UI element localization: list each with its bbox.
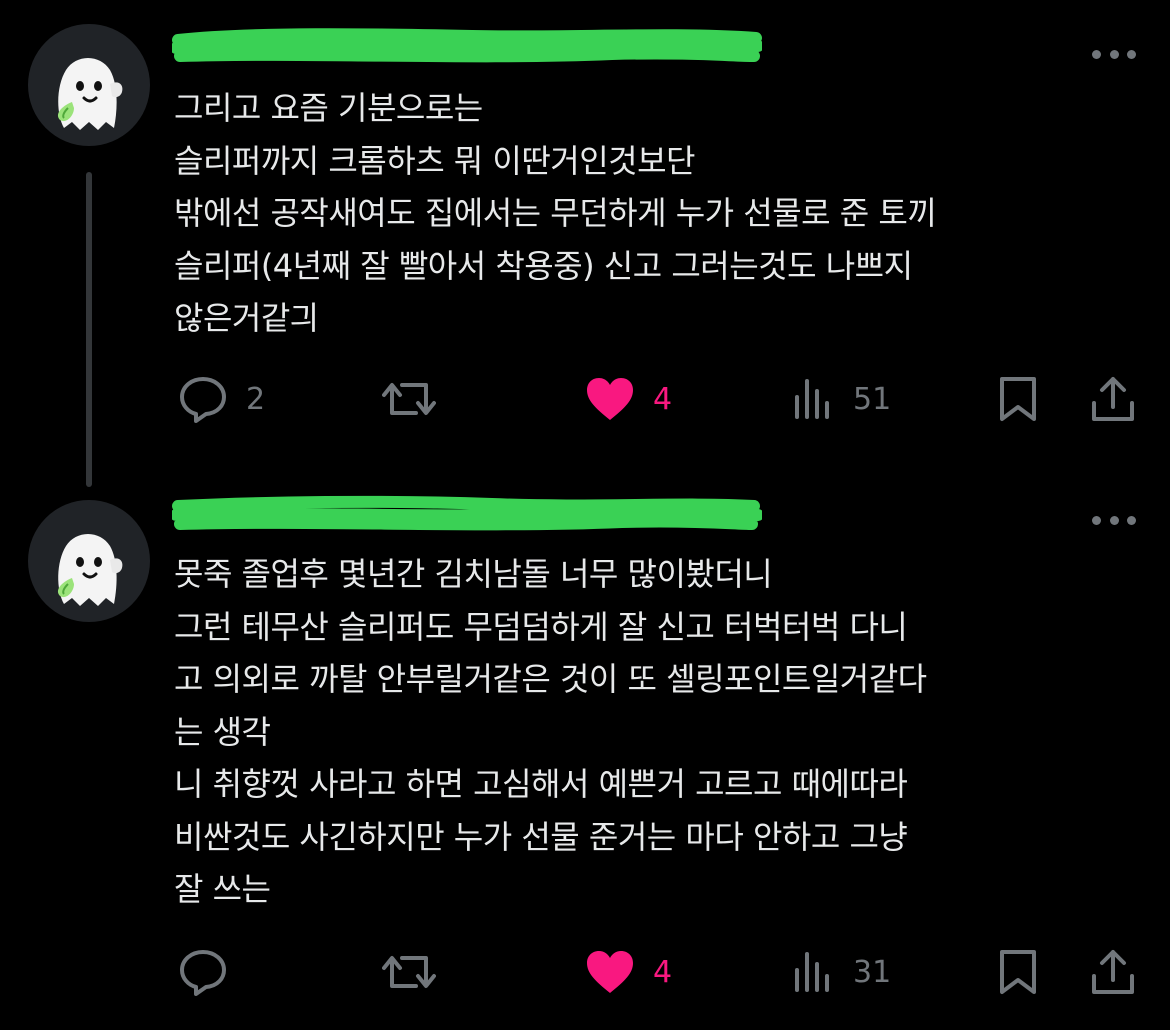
bookmark-icon — [1000, 950, 1036, 994]
username-redacted[interactable] — [172, 26, 762, 66]
views-count: 31 — [853, 954, 892, 990]
bookmark-button[interactable] — [998, 948, 1038, 996]
repost-icon — [382, 956, 436, 988]
share-button[interactable] — [1090, 375, 1136, 423]
thread-line — [86, 172, 92, 487]
repost-button[interactable] — [382, 375, 454, 423]
redaction-scribble — [172, 495, 762, 531]
username-redacted[interactable] — [172, 494, 762, 534]
like-count: 4 — [653, 954, 673, 990]
reply-button[interactable]: 2 — [178, 375, 265, 423]
share-icon — [1092, 377, 1134, 421]
repost-icon — [382, 383, 436, 415]
views-button[interactable]: 31 — [793, 948, 891, 996]
like-button[interactable]: 4 — [585, 375, 672, 423]
repost-button[interactable] — [382, 948, 454, 996]
reply-icon — [180, 950, 226, 996]
post-text: 그리고 요즘 기분으로는 슬리퍼까지 크롬하츠 뭐 이딴거인것보단 밖에선 공작… — [174, 89, 937, 337]
avatar[interactable] — [28, 24, 150, 146]
ghost-icon — [57, 58, 123, 130]
post[interactable]: 그리고 요즘 기분으로는 슬리퍼까지 크롬하츠 뭐 이딴거인것보단 밖에선 공작… — [0, 0, 1170, 487]
heart-filled-icon — [587, 378, 633, 420]
reply-count: 2 — [246, 381, 266, 417]
ghost-icon — [57, 534, 123, 606]
reply-button[interactable] — [178, 948, 246, 996]
more-dots-icon[interactable] — [1092, 44, 1136, 64]
like-button[interactable]: 4 — [585, 948, 672, 996]
reply-icon — [180, 377, 226, 423]
redaction-scribble — [172, 28, 762, 63]
avatar[interactable] — [28, 500, 150, 622]
like-count: 4 — [653, 381, 673, 417]
post[interactable]: 못죽 졸업후 몇년간 김치남돌 너무 많이봤더니 그런 테무산 슬리퍼도 무덤덤… — [0, 470, 1170, 1030]
views-count: 51 — [853, 381, 892, 417]
views-bar-icon — [795, 952, 829, 992]
bookmark-button[interactable] — [998, 375, 1038, 423]
post-text: 못죽 졸업후 몇년간 김치남돌 너무 많이봤더니 그런 테무산 슬리퍼도 무덤덤… — [174, 555, 927, 908]
share-button[interactable] — [1090, 948, 1136, 996]
heart-filled-icon — [587, 951, 633, 993]
views-button[interactable]: 51 — [793, 375, 891, 423]
share-icon — [1092, 950, 1134, 994]
more-dots-icon[interactable] — [1092, 510, 1136, 530]
bookmark-icon — [1000, 377, 1036, 421]
reply-thread: 그리고 요즘 기분으로는 슬리퍼까지 크롬하츠 뭐 이딴거인것보단 밖에선 공작… — [0, 0, 1170, 1030]
views-bar-icon — [795, 379, 829, 419]
